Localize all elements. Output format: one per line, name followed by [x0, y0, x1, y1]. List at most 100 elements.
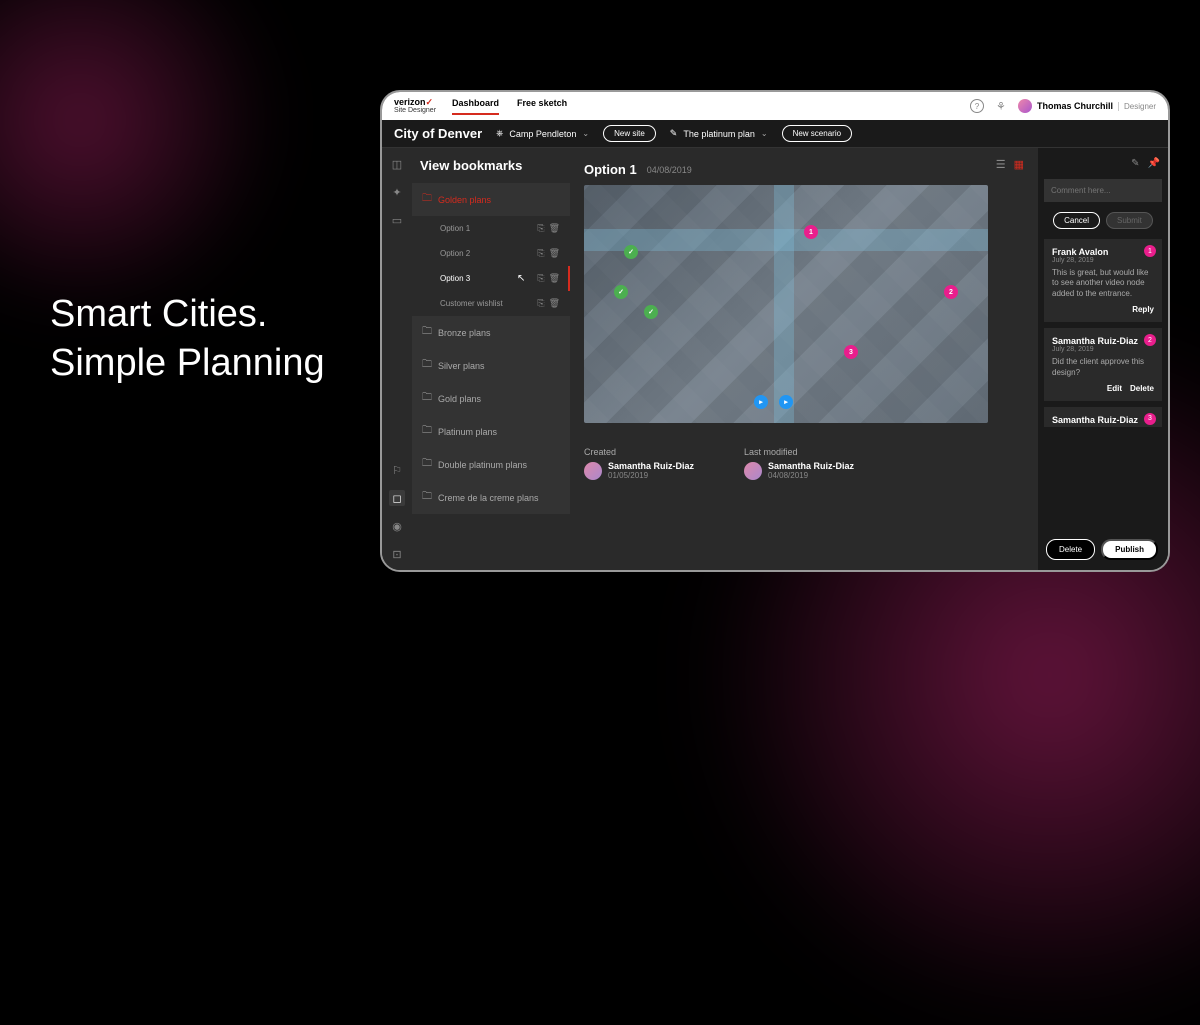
- folder-icon: 🗀: [422, 489, 432, 506]
- headline-line: Smart Cities.: [50, 290, 325, 339]
- option-3[interactable]: Option 3↖⎘🗑: [412, 266, 570, 291]
- edit-icon: ✎: [670, 128, 678, 139]
- pin-icon[interactable]: 📌: [1148, 158, 1160, 169]
- map-pin[interactable]: ✓: [644, 305, 658, 319]
- device-frame: verizon✓ Site Designer Dashboard Free sk…: [380, 90, 1170, 572]
- trash-icon[interactable]: 🗑: [549, 223, 560, 234]
- city-title: City of Denver: [394, 126, 482, 141]
- map-pin[interactable]: 3: [844, 345, 858, 359]
- avatar: [1018, 99, 1032, 113]
- comment-date: July 28, 2019: [1052, 257, 1154, 264]
- folder-label: Bronze plans: [438, 328, 491, 338]
- brand-name: verizon: [394, 97, 426, 107]
- copy-icon[interactable]: ⎘: [537, 248, 544, 259]
- reply-link[interactable]: Reply: [1132, 305, 1154, 314]
- folder-silver[interactable]: 🗀Silver plans: [412, 349, 570, 382]
- copy-icon[interactable]: ⎘: [537, 298, 544, 309]
- globe-icon[interactable]: ◉: [389, 518, 405, 534]
- comment-badge: 3: [1144, 413, 1156, 425]
- cancel-button[interactable]: Cancel: [1053, 212, 1100, 229]
- folder-gold[interactable]: 🗀Gold plans: [412, 382, 570, 415]
- folder-bronze[interactable]: 🗀Bronze plans: [412, 316, 570, 349]
- map-pin[interactable]: 2: [944, 285, 958, 299]
- bookmarks-sidebar: View bookmarks 🗀Golden plans Option 1⎘🗑 …: [412, 148, 570, 572]
- created-by: Samantha Ruiz-Diaz: [608, 461, 694, 471]
- user-name: Thomas Churchill: [1037, 101, 1113, 111]
- folder-double-platinum[interactable]: 🗀 Double platinum plans: [412, 448, 570, 481]
- comment-text: This is great, but would like to see ano…: [1052, 268, 1154, 299]
- location-selector[interactable]: ⎈ Camp Pendleton ⌄: [496, 128, 589, 139]
- delete-button[interactable]: Delete: [1046, 539, 1095, 560]
- grid-view-icon[interactable]: ▦: [1014, 158, 1024, 171]
- modified-by: Samantha Ruiz-Diaz: [768, 461, 854, 471]
- comment-author: Samantha Ruiz-Diaz: [1052, 415, 1154, 425]
- map-pin[interactable]: ✓: [614, 285, 628, 299]
- avatar: [744, 462, 762, 480]
- option-wishlist[interactable]: Customer wishlist ⎘ 🗑: [412, 291, 570, 316]
- modified-date: 04/08/2019: [768, 471, 854, 480]
- focus-icon[interactable]: ⊡: [389, 546, 405, 562]
- folder-creme[interactable]: 🗀 Creme de la creme plans: [412, 481, 570, 514]
- map-preview[interactable]: 1 ✓ ✓ ✓ 2 3 ▸ ▸: [584, 185, 988, 423]
- comment-date: July 28, 2019: [1052, 346, 1154, 353]
- main-panel: ☰ ▦ Option 1 04/08/2019 1 ✓ ✓ ✓ 2 3 ▸ ▸: [570, 148, 1038, 572]
- footer-actions: Delete Publish: [1046, 539, 1158, 560]
- folder-label: Creme de la creme plans: [438, 493, 539, 503]
- folder-golden[interactable]: 🗀Golden plans: [412, 183, 570, 216]
- copy-icon[interactable]: ⎘: [537, 223, 544, 234]
- chevron-down-icon: ⌄: [582, 129, 589, 138]
- option-label: Option 2: [440, 249, 470, 258]
- comment-input[interactable]: [1044, 179, 1162, 202]
- panel-icon[interactable]: ▭: [389, 212, 405, 228]
- map-street: [774, 185, 794, 423]
- option-date: 04/08/2019: [647, 165, 692, 175]
- edit-link[interactable]: Edit: [1107, 384, 1122, 393]
- avatar: [584, 462, 602, 480]
- flag-icon[interactable]: ⚐: [389, 462, 405, 478]
- people-icon[interactable]: ⚘: [994, 99, 1008, 113]
- new-scenario-button[interactable]: New scenario: [782, 125, 852, 142]
- location-label: Camp Pendleton: [509, 129, 576, 139]
- delete-link[interactable]: Delete: [1130, 384, 1154, 393]
- folder-icon: 🗀: [422, 456, 432, 473]
- tab-dashboard[interactable]: Dashboard: [452, 98, 499, 115]
- submit-button: Submit: [1106, 212, 1153, 229]
- bookmark-icon[interactable]: ◻: [389, 490, 405, 506]
- created-block: Created Samantha Ruiz-Diaz01/05/2019: [584, 447, 694, 480]
- route-icon[interactable]: ✦: [389, 184, 405, 200]
- trash-icon[interactable]: 🗑: [549, 273, 560, 284]
- map-pin[interactable]: ▸: [779, 395, 793, 409]
- map-pin[interactable]: ✓: [624, 245, 638, 259]
- option-label: Customer wishlist: [440, 299, 503, 308]
- option-2[interactable]: Option 2 ⎘ 🗑: [412, 241, 570, 266]
- map-pin[interactable]: ▸: [754, 395, 768, 409]
- chevron-down-icon: ⌄: [761, 129, 768, 138]
- workspace: ◫ ✦ ▭ ⚐ ◻ ◉ ⊡ View bookmarks 🗀Golden pla…: [382, 148, 1168, 572]
- copy-icon[interactable]: ⎘: [537, 273, 544, 284]
- plan-selector[interactable]: ✎ The platinum plan ⌄: [670, 128, 768, 139]
- comment-author: Samantha Ruiz-Diaz: [1052, 336, 1154, 346]
- edit-icon[interactable]: ✎: [1131, 158, 1139, 169]
- user-menu[interactable]: Thomas Churchill Designer: [1018, 99, 1156, 113]
- layers-icon[interactable]: ◫: [389, 156, 405, 172]
- top-bar: verizon✓ Site Designer Dashboard Free sk…: [382, 92, 1168, 120]
- help-icon[interactable]: ?: [970, 99, 984, 113]
- publish-button[interactable]: Publish: [1101, 539, 1158, 560]
- trash-icon[interactable]: 🗑: [549, 298, 560, 309]
- trash-icon[interactable]: 🗑: [549, 248, 560, 259]
- comment-card: 3 Samantha Ruiz-Diaz: [1044, 407, 1162, 427]
- map-pin[interactable]: 1: [804, 225, 818, 239]
- folder-platinum[interactable]: 🗀Platinum plans: [412, 415, 570, 448]
- sidebar-title: View bookmarks: [412, 148, 570, 183]
- option-label: Option 1: [440, 224, 470, 233]
- folder-open-icon: 🗀: [422, 191, 432, 208]
- comment-text: Did the client approve this design?: [1052, 357, 1154, 378]
- comments-toolbar: ✎ 📌: [1044, 154, 1162, 173]
- new-site-button[interactable]: New site: [603, 125, 656, 142]
- option-1[interactable]: Option 1 ⎘ 🗑: [412, 216, 570, 241]
- list-view-icon[interactable]: ☰: [996, 158, 1006, 171]
- folder-label: Gold plans: [438, 394, 481, 404]
- folder-label: Double platinum plans: [438, 460, 527, 470]
- brand-logo: verizon✓ Site Designer: [394, 98, 436, 114]
- tab-free-sketch[interactable]: Free sketch: [517, 98, 567, 115]
